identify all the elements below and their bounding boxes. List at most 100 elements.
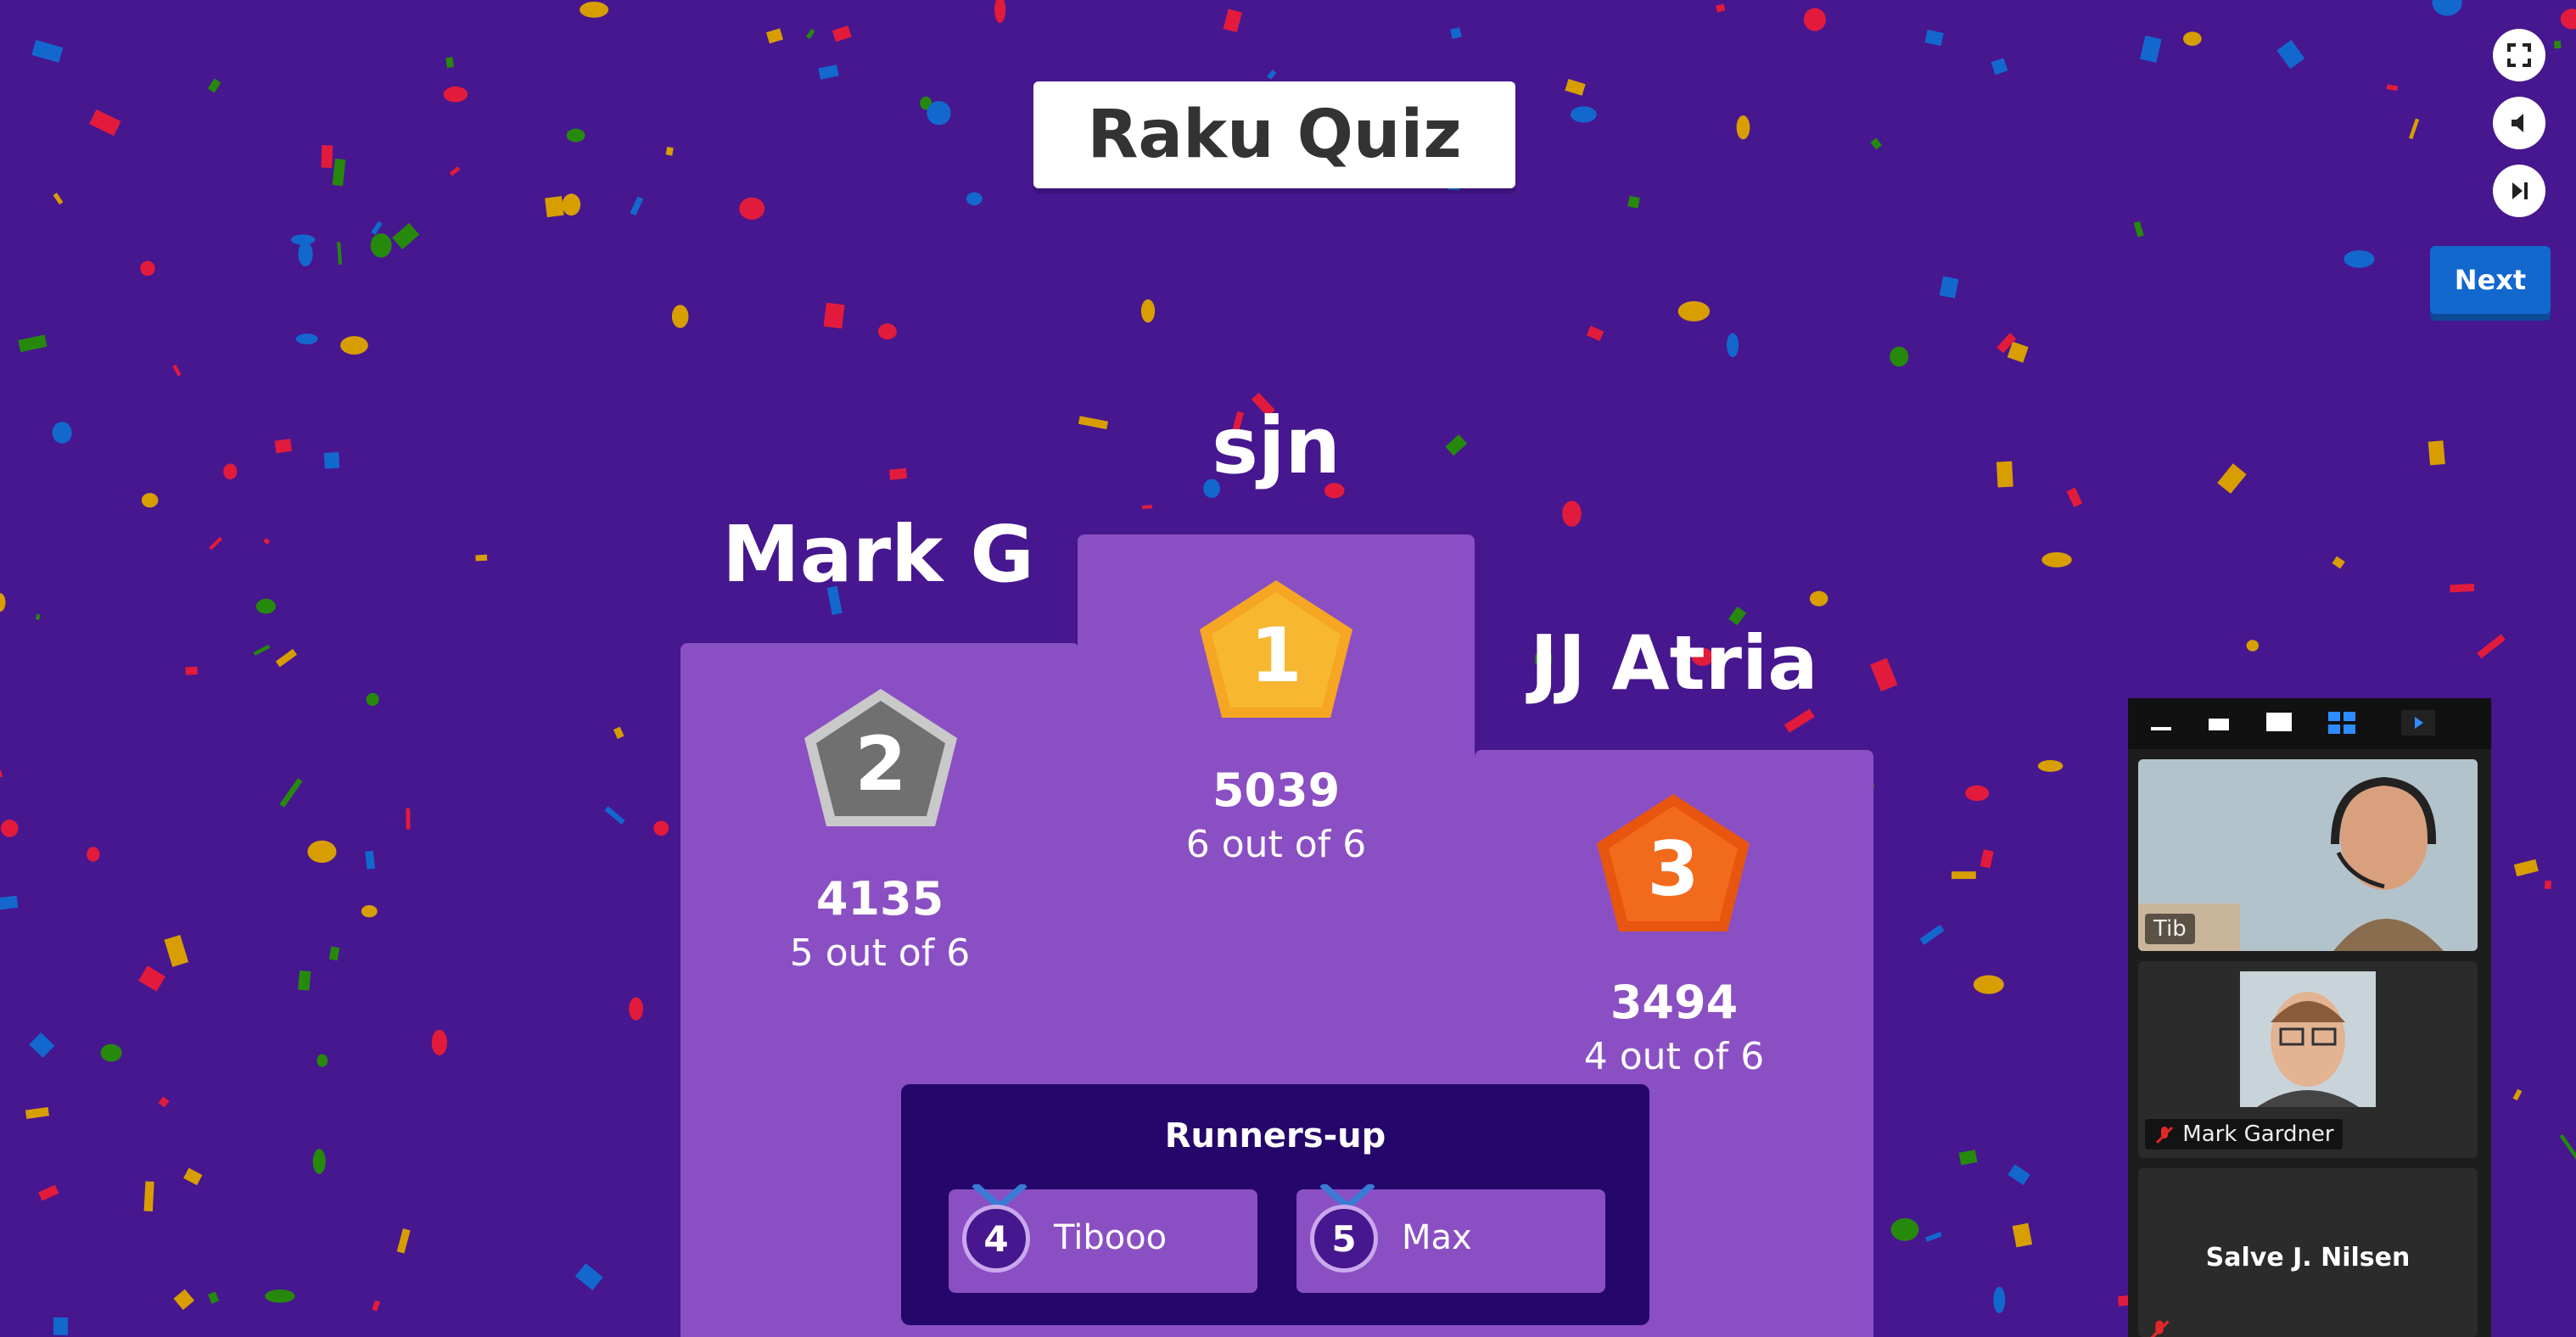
confetti-piece xyxy=(877,323,897,340)
confetti-piece xyxy=(823,302,845,329)
confetti-piece xyxy=(818,64,839,80)
confetti-piece xyxy=(406,808,411,830)
confetti-piece xyxy=(143,1181,154,1212)
confetti-piece xyxy=(1803,8,1827,31)
expand-arrow-icon[interactable] xyxy=(2401,710,2435,736)
confetti-piece xyxy=(2554,41,2562,49)
confetti-piece xyxy=(1141,505,1153,509)
confetti-piece xyxy=(332,158,346,187)
confetti-piece xyxy=(140,260,155,277)
confetti-piece xyxy=(298,970,311,991)
video-tile[interactable]: Mark Gardner xyxy=(2138,961,2478,1158)
volume-icon xyxy=(2512,114,2523,132)
skip-icon xyxy=(2512,182,2528,199)
confetti-piece xyxy=(2140,35,2162,63)
confetti-piece xyxy=(295,333,318,344)
confetti-piece xyxy=(209,536,223,551)
participant-name: Tib xyxy=(2145,914,2195,944)
next-button[interactable]: Next xyxy=(2430,246,2551,314)
silver-medal-icon: 2 xyxy=(804,689,957,826)
confetti-piece xyxy=(208,1291,220,1304)
confetti-piece xyxy=(2560,8,2576,30)
participant-video-icon xyxy=(2240,971,2376,1107)
confetti-piece xyxy=(1562,501,1582,527)
confetti-piece xyxy=(365,850,376,870)
large-view-icon[interactable] xyxy=(2264,710,2294,736)
confetti-piece xyxy=(158,1096,170,1108)
confetti-piece xyxy=(2246,640,2260,652)
confetti-piece xyxy=(392,222,420,250)
confetti-piece xyxy=(1571,106,1597,123)
confetti-piece xyxy=(370,233,392,258)
confetti-piece xyxy=(253,644,271,656)
confetti-piece xyxy=(100,1043,122,1062)
fullscreen-icon xyxy=(2507,43,2531,67)
video-tile[interactable]: Salve J. Nilsen xyxy=(2138,1168,2478,1337)
confetti-piece xyxy=(323,452,340,469)
confetti-piece xyxy=(298,241,313,266)
confetti-piece xyxy=(2066,487,2083,507)
confetti-piece xyxy=(665,146,674,156)
confetti-piece xyxy=(35,613,41,620)
confetti-piece xyxy=(1565,79,1586,96)
confetti-piece xyxy=(275,648,298,668)
bronze-medal-icon: 3 xyxy=(1597,794,1750,931)
confetti-piece xyxy=(265,1289,295,1303)
confetti-piece xyxy=(630,196,644,216)
minimize-icon[interactable] xyxy=(2148,710,2174,736)
confetti-piece xyxy=(927,101,951,126)
confetti-piece xyxy=(1223,8,1242,33)
second-place-score: 4135 xyxy=(815,872,944,926)
confetti-piece xyxy=(52,422,72,444)
confetti-piece xyxy=(185,666,198,675)
quiz-title: Raku Quiz xyxy=(1087,97,1462,173)
confetti-piece xyxy=(0,820,19,837)
confetti-piece xyxy=(613,726,624,739)
confetti-piece xyxy=(2344,250,2375,268)
confetti-piece xyxy=(1965,785,1990,802)
confetti-piece xyxy=(2432,0,2462,16)
gallery-view-icon[interactable] xyxy=(2327,710,2357,736)
participant-name: Mark Gardner xyxy=(2182,1122,2334,1147)
confetti-piece xyxy=(2332,556,2345,569)
confetti-piece xyxy=(604,806,625,825)
confetti-piece xyxy=(2217,463,2247,495)
skip-button[interactable] xyxy=(2493,165,2545,217)
confetti-piece xyxy=(1890,346,1909,367)
confetti-piece xyxy=(2276,39,2305,70)
confetti-piece xyxy=(765,28,784,44)
confetti-piece xyxy=(2408,118,2420,140)
confetti-piece xyxy=(316,1054,328,1067)
confetti-piece xyxy=(653,820,669,836)
muted-mic-icon xyxy=(2155,1126,2174,1144)
participant-name: Salve J. Nilsen xyxy=(2205,1243,2411,1273)
first-place-name: sjn xyxy=(1212,400,1341,491)
confetti-piece xyxy=(138,965,166,992)
confetti-piece xyxy=(173,1289,195,1311)
confetti-piece xyxy=(1736,115,1750,140)
confetti-piece xyxy=(53,193,64,205)
confetti-piece xyxy=(1727,333,1739,358)
video-tile[interactable]: Tib xyxy=(2138,759,2478,951)
confetti-piece xyxy=(1919,924,1945,945)
confetti-piece xyxy=(832,25,852,42)
confetti-piece xyxy=(207,78,221,93)
small-view-icon[interactable] xyxy=(2206,710,2232,736)
confetti-piece xyxy=(307,840,337,863)
fullscreen-button[interactable] xyxy=(2493,29,2545,81)
volume-button[interactable] xyxy=(2493,97,2545,149)
confetti-piece xyxy=(1870,137,1882,150)
confetti-piece xyxy=(475,554,488,562)
confetti-piece xyxy=(1925,1231,1942,1242)
runner-up-name: Max xyxy=(1402,1218,1472,1257)
confetti-piece xyxy=(2428,440,2445,466)
confetti-piece xyxy=(1980,849,1994,869)
first-place-answers: 6 out of 6 xyxy=(1185,823,1367,866)
confetti-piece xyxy=(18,334,48,353)
confetti-piece xyxy=(164,934,189,967)
confetti-piece xyxy=(1140,299,1156,323)
confetti-piece xyxy=(1939,276,1959,299)
confetti-piece xyxy=(2183,31,2202,46)
confetti-piece xyxy=(2512,1088,2523,1101)
confetti-piece xyxy=(671,305,689,328)
